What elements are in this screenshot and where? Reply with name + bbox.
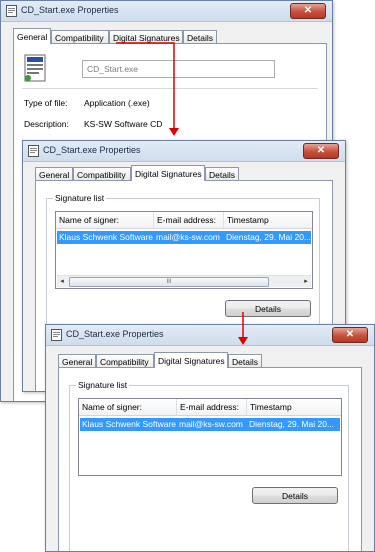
close-button[interactable]: ✕ — [332, 327, 368, 343]
column-timestamp[interactable]: Timestamp — [247, 399, 341, 415]
signature-list-label: Signature list — [76, 380, 130, 390]
tab-details[interactable]: Details — [228, 354, 262, 368]
scroll-left-arrow-icon[interactable]: ◂ — [57, 277, 67, 286]
tab-strip: General Compatibility Digital Signatures… — [35, 165, 335, 181]
details-button[interactable]: Details — [225, 300, 311, 317]
signature-list[interactable]: Name of signer: E-mail address: Timestam… — [55, 211, 313, 289]
list-header: Name of signer: E-mail address: Timestam… — [56, 212, 312, 229]
file-name-field[interactable]: CD_Start.exe — [82, 60, 275, 78]
details-button-label: Details — [255, 304, 281, 314]
scrollbar-thumb[interactable]: III — [69, 277, 269, 287]
tab-strip: General Compatibility Digital Signatures… — [13, 28, 323, 44]
signature-list[interactable]: Name of signer: E-mail address: Timestam… — [78, 398, 342, 476]
column-name-of-signer[interactable]: Name of signer: — [79, 399, 177, 415]
close-button[interactable]: ✕ — [290, 3, 326, 19]
tab-digital-signatures[interactable]: Digital Signatures — [109, 30, 183, 44]
column-timestamp[interactable]: Timestamp — [224, 212, 312, 228]
close-button[interactable]: ✕ — [303, 143, 339, 159]
divider — [22, 88, 318, 89]
tab-digital-signatures[interactable]: Digital Signatures — [154, 352, 228, 368]
details-button-label: Details — [282, 491, 308, 501]
tab-digital-signatures[interactable]: Digital Signatures — [131, 165, 205, 181]
application-file-icon — [24, 54, 46, 82]
signature-list-group: Signature list Name of signer: E-mail ad… — [69, 380, 349, 551]
signer-name-cell: Klaus Schwenk Software — [59, 232, 154, 242]
tab-details[interactable]: Details — [183, 30, 217, 44]
document-icon — [6, 5, 17, 17]
list-header: Name of signer: E-mail address: Timestam… — [79, 399, 341, 416]
digital-signatures-tab-panel: Signature list Name of signer: E-mail ad… — [58, 367, 362, 551]
tab-compatibility[interactable]: Compatibility — [96, 354, 154, 368]
scroll-right-arrow-icon[interactable]: ▸ — [301, 277, 311, 286]
window-title: CD_Start.exe Properties — [21, 5, 119, 15]
document-icon — [28, 145, 39, 157]
horizontal-scrollbar[interactable]: ◂ III ▸ — [57, 275, 311, 287]
type-of-file-label: Type of file: — [24, 98, 68, 108]
signer-name-cell: Klaus Schwenk Software — [82, 419, 177, 429]
description-value: KS-SW Software CD — [84, 119, 163, 129]
title-bar[interactable]: CD_Start.exe Properties ✕ — [46, 325, 374, 346]
title-bar[interactable]: CD_Start.exe Properties ✕ — [1, 1, 332, 22]
tab-general[interactable]: General — [13, 28, 51, 44]
signer-email-cell: mail@ks-sw.com — [179, 419, 243, 429]
title-bar[interactable]: CD_Start.exe Properties ✕ — [23, 141, 345, 162]
grip-icon: III — [166, 279, 172, 285]
description-label: Description: — [24, 119, 69, 129]
document-icon — [51, 329, 62, 341]
table-row[interactable]: Klaus Schwenk Software mail@ks-sw.com Di… — [80, 418, 340, 431]
window-title: CD_Start.exe Properties — [43, 145, 141, 155]
type-of-file-value: Application (.exe) — [84, 98, 150, 108]
window-title: CD_Start.exe Properties — [66, 329, 164, 339]
timestamp-cell: Dienstag, 29. Mai 20... — [226, 232, 312, 242]
properties-window-signatures-front: CD_Start.exe Properties ✕ General Compat… — [45, 324, 375, 552]
table-row[interactable]: Klaus Schwenk Software mail@ks-sw.com Di… — [57, 231, 311, 244]
signer-email-cell: mail@ks-sw.com — [156, 232, 220, 242]
tab-details[interactable]: Details — [205, 167, 239, 181]
column-name-of-signer[interactable]: Name of signer: — [56, 212, 154, 228]
timestamp-cell: Dienstag, 29. Mai 20... — [249, 419, 335, 429]
tab-compatibility[interactable]: Compatibility — [51, 30, 109, 44]
tab-general[interactable]: General — [35, 167, 73, 181]
column-email-address[interactable]: E-mail address: — [154, 212, 224, 228]
tab-strip: General Compatibility Digital Signatures… — [58, 352, 358, 368]
tab-general[interactable]: General — [58, 354, 96, 368]
tab-compatibility[interactable]: Compatibility — [73, 167, 131, 181]
column-email-address[interactable]: E-mail address: — [177, 399, 247, 415]
signature-list-label: Signature list — [53, 193, 107, 203]
details-button[interactable]: Details — [252, 487, 338, 504]
